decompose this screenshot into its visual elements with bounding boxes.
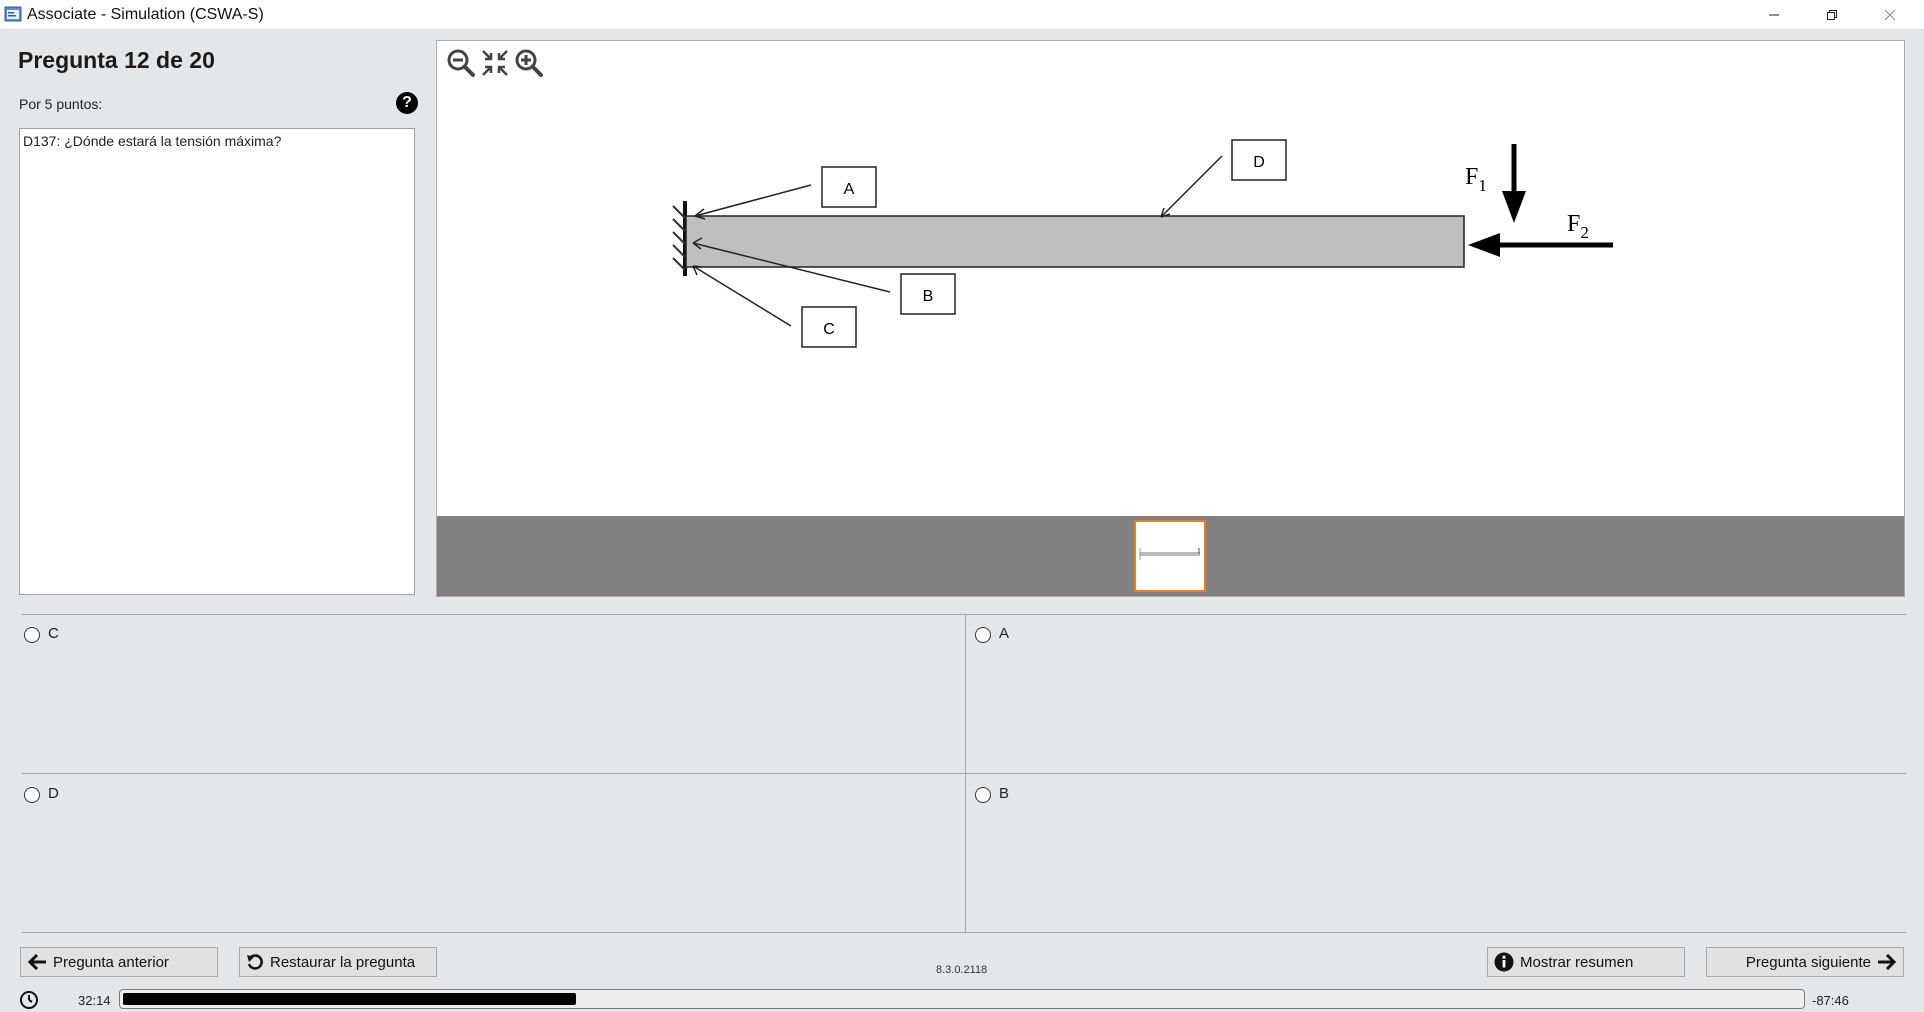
info-icon (1494, 952, 1514, 972)
restore-question-button[interactable]: Restaurar la pregunta (239, 947, 437, 977)
image-thumbnail[interactable] (1134, 520, 1206, 592)
restore-question-label: Restaurar la pregunta (270, 953, 416, 971)
wall-support (672, 201, 687, 276)
force-F2-arrow (1468, 233, 1613, 257)
version-label: 8.3.0.2118 (936, 964, 988, 976)
close-icon (1884, 9, 1896, 20)
next-question-button[interactable]: Pregunta siguiente (1706, 947, 1904, 977)
close-button[interactable] (1867, 0, 1913, 29)
label-D: D (1231, 139, 1287, 181)
time-progress-fill (123, 993, 577, 1005)
answer-label: A (999, 625, 1010, 642)
divider (22, 932, 1906, 933)
svg-text:D: D (1253, 154, 1265, 171)
divider (22, 614, 1906, 615)
show-summary-button[interactable]: Mostrar resumen (1487, 947, 1685, 977)
answer-label: B (999, 785, 1010, 802)
minimize-button[interactable] (1751, 0, 1797, 29)
answer-option-d[interactable]: D (24, 785, 59, 803)
undo-icon (246, 953, 264, 971)
divider (965, 614, 966, 932)
restore-window-button[interactable] (1809, 0, 1855, 29)
answer-option-b[interactable]: B (975, 785, 1009, 803)
question-text: D137: ¿Dónde estará la tensión máxima? (23, 133, 282, 149)
radio-button[interactable] (24, 627, 40, 643)
svg-text:C: C (823, 321, 835, 338)
label-A: A (821, 166, 877, 208)
label-B: B (900, 273, 956, 315)
time-progress-bar (119, 989, 1805, 1009)
arrow-left-icon (27, 954, 47, 970)
next-question-label: Pregunta siguiente (1745, 953, 1871, 971)
show-summary-label: Mostrar resumen (1520, 953, 1634, 971)
window-title: Associate - Simulation (CSWA-S) (27, 6, 264, 23)
title-bar: Associate - Simulation (CSWA-S) (0, 0, 1924, 30)
radio-button[interactable] (975, 787, 991, 803)
svg-text:A: A (844, 181, 855, 198)
previous-question-button[interactable]: Pregunta anterior (20, 947, 218, 977)
help-icon[interactable]: ? (396, 92, 418, 114)
answer-label: D (48, 785, 59, 802)
app-icon (4, 6, 22, 22)
restore-window-icon (1827, 9, 1837, 20)
radio-button[interactable] (24, 787, 40, 803)
divider (22, 773, 1906, 774)
minimize-icon (1769, 14, 1779, 15)
beam (685, 215, 1465, 268)
thumbnail-beam-icon (1139, 548, 1200, 560)
force-F1-arrow (1502, 144, 1526, 223)
svg-text:B: B (923, 288, 934, 305)
beam-diagram: A B C D F1 F2 (672, 139, 1613, 348)
radio-button[interactable] (975, 627, 991, 643)
label-C: C (801, 306, 857, 348)
time-elapsed: 32:14 (78, 993, 111, 1008)
points-label: Por 5 puntos: (19, 96, 103, 112)
answer-label: C (48, 625, 59, 642)
thumbnail-strip (437, 516, 1904, 596)
force-F2-label: F2 (1567, 211, 1589, 242)
answer-option-c[interactable]: C (24, 625, 59, 643)
question-text-box[interactable]: D137: ¿Dónde estará la tensión máxima? (19, 128, 415, 595)
force-F1-label: F1 (1465, 164, 1487, 195)
previous-question-label: Pregunta anterior (53, 953, 169, 971)
arrow-right-icon (1877, 954, 1897, 970)
clock-icon (20, 991, 38, 1009)
answer-option-a[interactable]: A (975, 625, 1009, 643)
question-heading: Pregunta 12 de 20 (18, 47, 215, 73)
image-viewer: A B C D F1 F2 (436, 40, 1905, 597)
time-remaining: -87:46 (1812, 993, 1849, 1008)
answer-grid: C A D B (22, 614, 1906, 933)
